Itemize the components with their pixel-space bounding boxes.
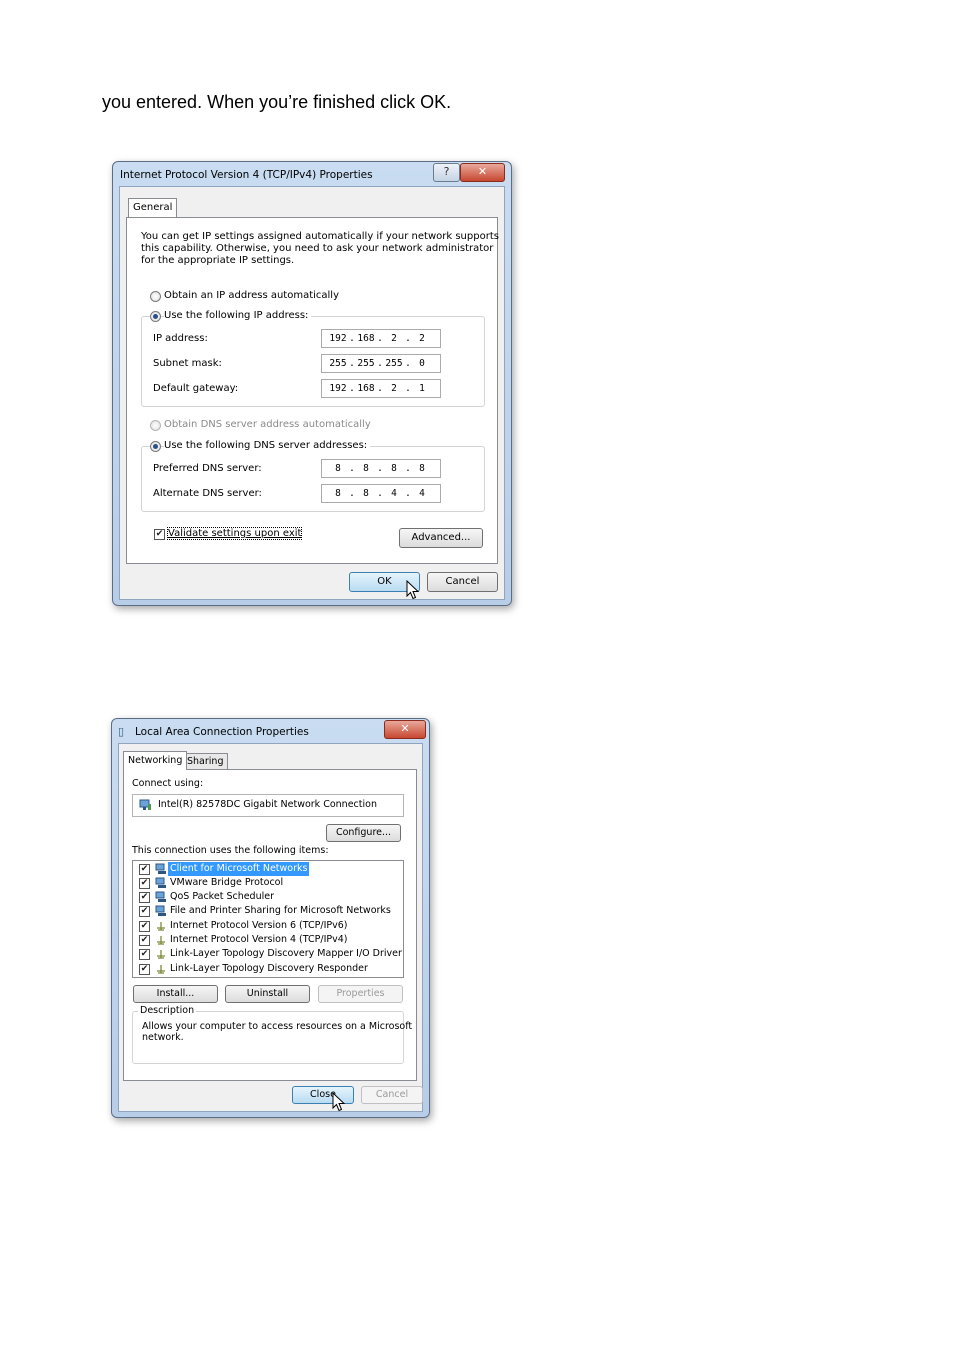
auto-dns-radio[interactable] bbox=[150, 420, 161, 431]
description-heading: Description bbox=[138, 1005, 197, 1016]
connect-using-label: Connect using: bbox=[132, 778, 204, 789]
dialog-title: Internet Protocol Version 4 (TCP/IPv4) P… bbox=[120, 169, 373, 181]
install-button[interactable]: Install... bbox=[133, 985, 218, 1003]
dialog-client-area: General You can get IP settings assigned… bbox=[119, 186, 505, 600]
manual-dns-radio[interactable] bbox=[150, 441, 161, 452]
manual-ip-label[interactable]: Use the following IP address: bbox=[164, 310, 312, 321]
adapter-name: Intel(R) 82578DC Gigabit Network Connect… bbox=[158, 799, 377, 810]
alternate-dns-field[interactable]: 8. 8. 4. 4 bbox=[321, 484, 441, 503]
auto-ip-label[interactable]: Obtain an IP address automatically bbox=[164, 290, 339, 301]
item-label: Link-Layer Topology Discovery Mapper I/O… bbox=[170, 948, 402, 959]
close-button[interactable]: ✕ bbox=[460, 163, 505, 182]
preferred-dns-label: Preferred DNS server: bbox=[153, 463, 262, 474]
subnet-mask-field[interactable]: 255. 255. 255. 0 bbox=[321, 354, 441, 373]
dialog-client-area: Networking Sharing Connect using: Intel(… bbox=[118, 743, 423, 1112]
description-line-1: Allows your computer to access resources… bbox=[142, 1021, 413, 1032]
properties-button[interactable]: Properties bbox=[318, 985, 403, 1003]
adapter-field: Intel(R) 82578DC Gigabit Network Connect… bbox=[132, 794, 404, 817]
cancel-button[interactable]: Cancel bbox=[427, 572, 498, 592]
item-label: Internet Protocol Version 4 (TCP/IPv4) bbox=[170, 934, 348, 945]
dialog-title: Local Area Connection Properties bbox=[135, 726, 309, 738]
item-label: Internet Protocol Version 6 (TCP/IPv6) bbox=[170, 920, 348, 931]
item-label: File and Printer Sharing for Microsoft N… bbox=[170, 905, 391, 916]
cancel-button[interactable]: Cancel bbox=[361, 1086, 423, 1104]
client-network-icon bbox=[155, 863, 166, 874]
description-line-3: for the appropriate IP settings. bbox=[141, 255, 295, 266]
general-panel: You can get IP settings assigned automat… bbox=[126, 217, 499, 564]
item-checkbox[interactable]: ✔ bbox=[139, 935, 150, 946]
item-checkbox[interactable]: ✔ bbox=[139, 864, 150, 875]
network-connection-icon: ▯ bbox=[118, 725, 125, 738]
description-line-2: this capability. Otherwise, you need to … bbox=[141, 243, 494, 254]
service-icon bbox=[155, 891, 166, 902]
uninstall-button[interactable]: Uninstall bbox=[225, 985, 310, 1003]
components-list[interactable]: ✔ Client for Microsoft Networks ✔ VMware… bbox=[132, 860, 404, 978]
protocol-icon bbox=[157, 965, 165, 974]
close-button[interactable]: ✕ bbox=[384, 720, 426, 739]
tab-general[interactable]: General bbox=[128, 198, 178, 217]
help-button[interactable]: ? bbox=[433, 163, 460, 182]
item-checkbox[interactable]: ✔ bbox=[139, 892, 150, 903]
item-checkbox[interactable]: ✔ bbox=[139, 964, 150, 975]
protocol-icon bbox=[157, 936, 165, 945]
preferred-dns-field[interactable]: 8. 8. 8. 8 bbox=[321, 459, 441, 478]
item-checkbox[interactable]: ✔ bbox=[139, 906, 150, 917]
configure-button[interactable]: Configure... bbox=[326, 824, 401, 842]
alternate-dns-label: Alternate DNS server: bbox=[153, 488, 262, 499]
item-label: QoS Packet Scheduler bbox=[170, 891, 274, 902]
intro-text: you entered. When you’re finished click … bbox=[102, 92, 452, 112]
item-label: Link-Layer Topology Discovery Responder bbox=[170, 963, 368, 974]
auto-dns-label[interactable]: Obtain DNS server address automatically bbox=[164, 419, 371, 430]
protocol-icon bbox=[157, 950, 165, 959]
manual-ip-radio[interactable] bbox=[150, 311, 161, 322]
validate-label[interactable]: Validate settings upon exit bbox=[166, 527, 303, 540]
default-gateway-label: Default gateway: bbox=[153, 383, 239, 394]
network-adapter-icon bbox=[139, 799, 151, 810]
manual-dns-label[interactable]: Use the following DNS server addresses: bbox=[164, 440, 371, 451]
item-checkbox[interactable]: ✔ bbox=[139, 878, 150, 889]
item-label: VMware Bridge Protocol bbox=[170, 877, 284, 888]
advanced-button[interactable]: Advanced... bbox=[399, 528, 483, 548]
item-checkbox[interactable]: ✔ bbox=[139, 921, 150, 932]
ip-address-label: IP address: bbox=[153, 333, 208, 344]
default-gateway-field[interactable]: 192. 168. 2. 1 bbox=[321, 379, 441, 398]
title-bar[interactable]: Internet Protocol Version 4 (TCP/IPv4) P… bbox=[113, 162, 511, 186]
lan-properties-dialog: ▯ Local Area Connection Properties ✕ Net… bbox=[111, 718, 430, 1118]
ip-address-field[interactable]: 192. 168. 2. 2 bbox=[321, 329, 441, 348]
protocol-icon bbox=[157, 922, 165, 931]
service-icon bbox=[155, 905, 166, 916]
tab-networking[interactable]: Networking bbox=[123, 751, 188, 770]
item-checkbox[interactable]: ✔ bbox=[139, 949, 150, 960]
description-line-1: You can get IP settings assigned automat… bbox=[141, 231, 499, 242]
protocol-icon bbox=[155, 877, 166, 888]
description-line-2: network. bbox=[142, 1032, 184, 1043]
subnet-mask-label: Subnet mask: bbox=[153, 358, 222, 369]
mouse-cursor-icon bbox=[332, 1092, 346, 1112]
tab-sharing[interactable]: Sharing bbox=[182, 753, 229, 770]
title-bar[interactable]: ▯ Local Area Connection Properties ✕ bbox=[112, 719, 429, 743]
validate-checkbox[interactable]: ✔ bbox=[154, 529, 165, 540]
networking-panel: Connect using: Intel(R) 82578DC Gigabit … bbox=[123, 769, 417, 1081]
items-label: This connection uses the following items… bbox=[132, 845, 329, 856]
item-label: Client for Microsoft Networks bbox=[168, 862, 310, 876]
auto-ip-radio[interactable] bbox=[150, 291, 161, 302]
ipv4-properties-dialog: Internet Protocol Version 4 (TCP/IPv4) P… bbox=[112, 161, 512, 606]
mouse-cursor-icon bbox=[406, 580, 420, 600]
